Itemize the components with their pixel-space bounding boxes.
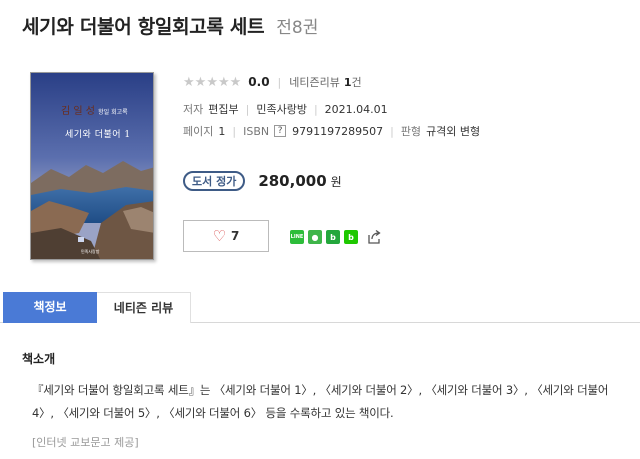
rating-row: ★ ★ ★ ★ ★ 0.0 | 네티즌리뷰 1건 [183,72,480,92]
divider: | [277,75,282,89]
cover-title: 세기와 더불어 1 [65,130,131,140]
like-button[interactable]: ♡ 7 [183,220,269,252]
star-icon: ★ [194,74,207,90]
format-value: 규격외 변형 [426,125,481,138]
author-label: 저자 [183,103,204,116]
review-unit: 건 [351,76,362,89]
star-rating: ★ ★ ★ ★ ★ [183,76,241,89]
heart-icon: ♡ [212,226,227,245]
title-row: 세기와 더불어 항일회고록 세트 전8권 [22,12,318,42]
share-icon[interactable] [366,229,382,245]
blog-icon[interactable]: b [344,230,358,244]
star-icon: ★ [229,74,242,90]
publish-date: 2021.04.01 [324,102,388,116]
help-icon[interactable]: ? [274,125,287,137]
section-heading: 책소개 [22,352,56,366]
star-icon: ★ [217,74,230,90]
page-title: 세기와 더불어 항일회고록 세트 [22,16,265,38]
divider: | [232,124,237,138]
isbn-value: 9791197289507 [292,124,384,138]
divider: | [313,102,318,116]
publisher-name[interactable]: 민족사랑방 [256,101,307,117]
share-row: LINE ● b b [290,229,382,245]
pages-label: 페이지 [183,125,214,138]
book-meta: ★ ★ ★ ★ ★ 0.0 | 네티즌리뷰 1건 저자 편집부 | 민족사랑방 | 20… [183,72,480,142]
tab-reviews[interactable]: 네티즌 리뷰 [97,292,191,323]
price-unit: 원 [330,174,342,189]
tab-book-info[interactable]: 책정보 [3,292,97,323]
format-label: 판형 [400,125,422,138]
tab-bar: 책정보 네티즌 리뷰 [0,292,640,323]
kakaotalk-icon[interactable]: ● [308,230,322,244]
rating-score: 0.0 [248,75,270,89]
book-cover[interactable]: 김 일 성 항일 회고록 세기와 더불어 1 민족사랑방 [30,72,154,260]
details-row: 페이지 1 | ISBN ? 9791197289507 | 판형 규격외 변형 [183,120,480,142]
book-description: 『세기와 더불어 항일회고록 세트』는 〈세기와 더불어 1〉, 〈세기와 더불… [32,383,609,420]
volume-count: 전8권 [276,18,319,38]
source-note: [인터넷 교보문고 제공] [32,436,139,449]
line-icon[interactable]: LINE [290,230,304,244]
author-name[interactable]: 편집부 [208,101,238,117]
pages-value: 1 [218,124,226,138]
price-row: 도서 정가 280,000 원 [183,171,342,191]
star-icon: ★ [183,74,195,90]
isbn-label: ISBN [243,124,270,138]
cover-publisher: 민족사랑방 [81,249,100,254]
price-amount: 280,000 [258,172,327,190]
review-count[interactable]: 1 [344,76,352,89]
price-badge: 도서 정가 [183,171,246,191]
band-icon[interactable]: b [326,230,340,244]
divider: | [245,102,250,116]
star-icon: ★ [206,74,218,90]
like-count: 7 [231,229,240,243]
review-link-label[interactable]: 네티즌리뷰 [289,74,340,90]
divider: | [390,124,394,138]
author-row: 저자 편집부 | 민족사랑방 | 2021.04.01 [183,98,480,120]
cover-author: 김 일 성 항일 회고록 [61,106,128,117]
